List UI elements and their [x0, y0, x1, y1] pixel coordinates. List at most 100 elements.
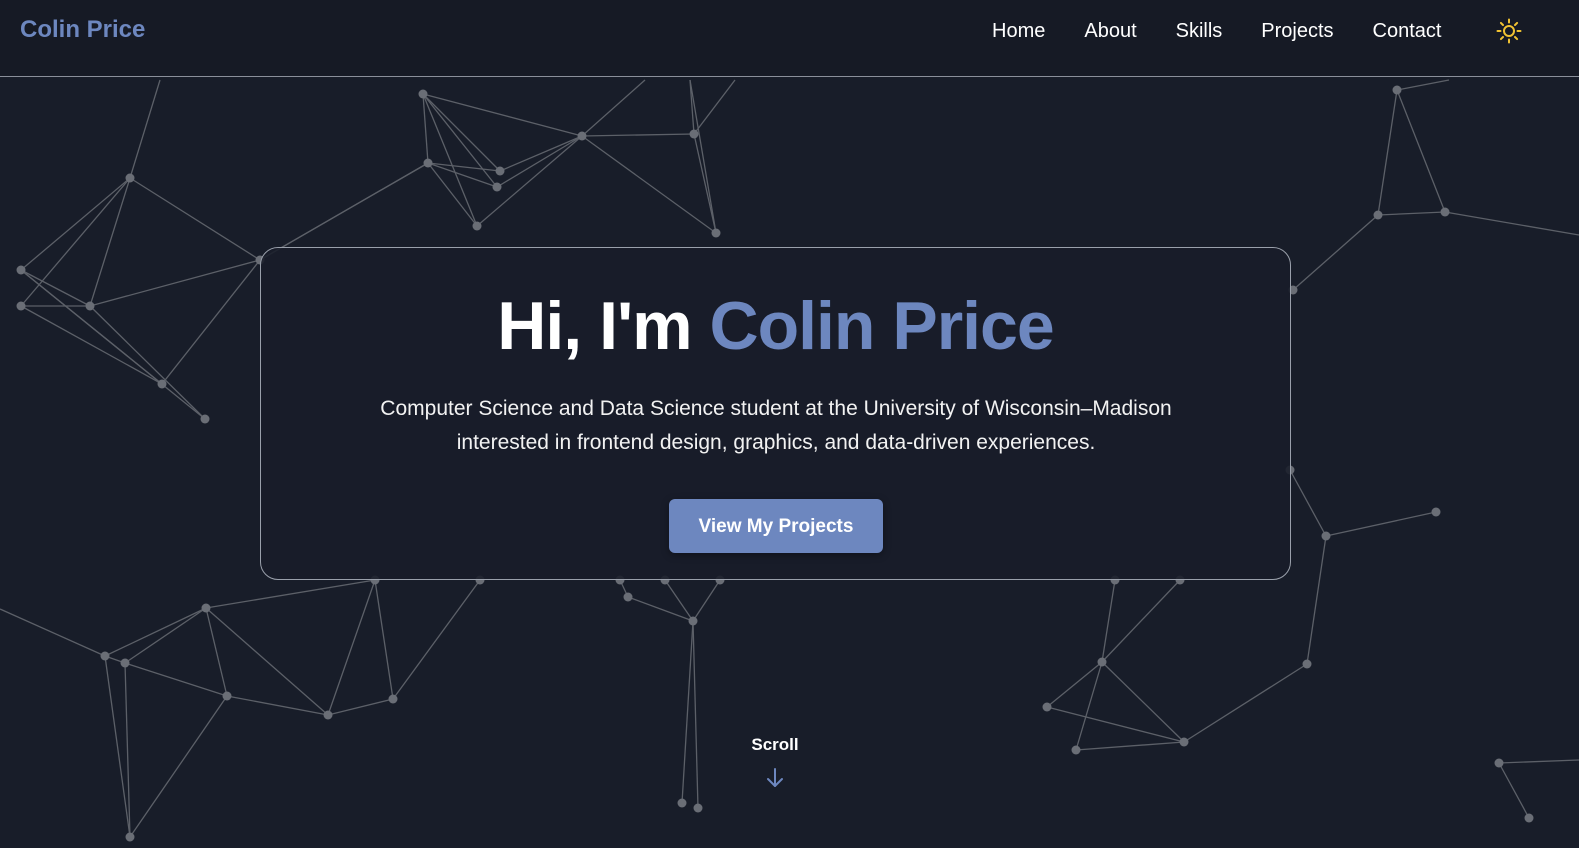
network-edge — [664, 579, 694, 622]
network-edge — [129, 695, 228, 838]
hero-card: Hi, I'm Colin Price Computer Science and… — [260, 247, 1291, 580]
nav-links: Home About Skills Projects Contact — [992, 17, 1441, 45]
network-edge — [374, 579, 394, 700]
network-node — [200, 414, 210, 424]
network-edge — [205, 579, 376, 609]
network-edge — [327, 698, 394, 716]
network-node — [85, 301, 95, 311]
network-edge — [259, 162, 429, 261]
network-edge — [1101, 661, 1185, 743]
network-node — [418, 89, 428, 99]
network-edge — [1075, 661, 1103, 751]
scroll-label: Scroll — [751, 735, 799, 754]
network-node — [711, 228, 721, 238]
network-edge — [327, 579, 376, 716]
network-edge — [1377, 211, 1446, 216]
network-edge — [681, 620, 694, 804]
network-edge — [1396, 89, 1446, 213]
nav-link-projects[interactable]: Projects — [1261, 17, 1333, 45]
network-node — [492, 182, 502, 192]
network-node — [688, 616, 698, 626]
network-node — [1302, 659, 1312, 669]
network-node — [323, 710, 333, 720]
network-node — [1392, 85, 1402, 95]
network-edge — [104, 655, 131, 838]
network-node — [1373, 210, 1383, 220]
scroll-hint[interactable]: Scroll — [735, 733, 815, 789]
network-edge — [89, 305, 206, 420]
network-edge — [1377, 89, 1398, 216]
network-node — [16, 301, 26, 311]
network-node — [1440, 207, 1450, 217]
network-node — [1179, 737, 1189, 747]
network-node — [16, 265, 26, 275]
hero-title: Hi, I'm Colin Price — [261, 286, 1290, 366]
network-edge — [129, 79, 161, 179]
brand-logo[interactable]: Colin Price — [20, 14, 145, 46]
network-edge — [129, 177, 261, 261]
arrow-down-icon[interactable] — [764, 767, 786, 789]
network-edge — [1183, 663, 1308, 743]
nav-link-skills[interactable]: Skills — [1176, 17, 1223, 45]
navbar: Colin Price Home About Skills Projects C… — [0, 0, 1579, 77]
nav-link-contact[interactable]: Contact — [1373, 17, 1442, 45]
network-edge — [226, 695, 329, 716]
network-edge — [1498, 762, 1530, 819]
network-edge — [392, 579, 481, 700]
network-edge — [124, 662, 228, 697]
network-node — [1071, 745, 1081, 755]
page: Colin Price Home About Skills Projects C… — [0, 0, 1579, 848]
network-edge — [693, 133, 717, 234]
network-edge — [1289, 469, 1327, 537]
network-node — [623, 592, 633, 602]
network-node — [689, 129, 699, 139]
network-node — [125, 832, 135, 842]
view-projects-button[interactable]: View My Projects — [669, 499, 883, 553]
network-edge — [689, 79, 717, 234]
network-node — [577, 131, 587, 141]
network-edge — [124, 607, 207, 664]
network-edge — [89, 259, 261, 307]
network-node — [201, 603, 211, 613]
network-edge — [20, 177, 131, 271]
network-edge — [692, 579, 721, 622]
network-edge — [205, 607, 228, 697]
network-node — [222, 691, 232, 701]
network-node — [423, 158, 433, 168]
network-edge — [1396, 79, 1450, 91]
network-edge — [104, 607, 207, 657]
network-node — [125, 173, 135, 183]
network-edge — [1444, 211, 1579, 236]
network-edge — [581, 79, 646, 137]
network-edge — [693, 79, 736, 135]
network-edge — [20, 177, 131, 307]
network-edge — [1046, 661, 1103, 708]
network-edge — [422, 93, 583, 137]
network-node — [472, 221, 482, 231]
hero-title-prefix: Hi, I'm — [497, 288, 710, 364]
network-node — [693, 803, 703, 813]
hero-subtitle: Computer Science and Data Science studen… — [380, 397, 1172, 454]
network-node — [1097, 657, 1107, 667]
network-edge — [422, 93, 498, 188]
network-node — [388, 694, 398, 704]
network-edge — [1046, 706, 1185, 743]
network-edge — [1306, 535, 1327, 665]
network-edge — [0, 608, 106, 657]
network-node — [100, 651, 110, 661]
network-edge — [1292, 214, 1379, 291]
network-node — [120, 658, 130, 668]
nav-link-about[interactable]: About — [1084, 17, 1136, 45]
network-edge — [427, 162, 478, 227]
network-node — [677, 798, 687, 808]
network-edge — [20, 269, 91, 307]
network-node — [1431, 507, 1441, 517]
network-edge — [692, 620, 699, 809]
network-edge — [581, 135, 717, 234]
sun-icon[interactable] — [1496, 18, 1522, 44]
nav-link-home[interactable]: Home — [992, 17, 1045, 45]
network-node — [1042, 702, 1052, 712]
network-edge — [1498, 759, 1579, 764]
network-node — [1524, 813, 1534, 823]
network-edge — [499, 135, 583, 172]
